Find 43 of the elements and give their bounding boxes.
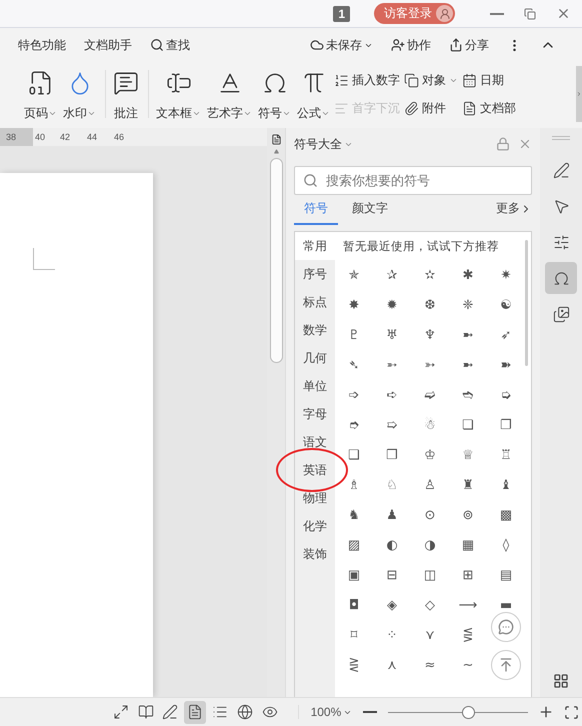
- category-item[interactable]: 数学: [295, 316, 335, 344]
- menu-tab[interactable]: 文档助手: [84, 34, 132, 56]
- category-item[interactable]: 序号: [295, 260, 335, 288]
- collaborate-button[interactable]: 协作: [391, 34, 431, 56]
- category-item[interactable]: 装饰: [295, 540, 335, 568]
- category-item[interactable]: 化学: [295, 512, 335, 540]
- category-item[interactable]: 单位: [295, 372, 335, 400]
- find-button[interactable]: 查找: [150, 34, 190, 56]
- panel-title[interactable]: 符号大全: [294, 136, 353, 152]
- ribbon-button[interactable]: 附件: [404, 100, 458, 116]
- notification-count[interactable]: 1: [333, 6, 350, 22]
- ruler-number: 42: [60, 132, 72, 142]
- ruler-number: 38: [0, 128, 33, 146]
- hint-text: 暂无最近使用，试试下方推荐: [342, 239, 500, 254]
- ribbon-button[interactable]: 对象: [404, 72, 458, 88]
- panel-tab[interactable]: 符号: [294, 200, 338, 225]
- ribbon-button[interactable]: 水印: [61, 66, 98, 122]
- ribbon-button[interactable]: 页码: [22, 66, 59, 122]
- menu-tab[interactable]: 特色功能: [18, 34, 66, 56]
- ribbon-button[interactable]: 文档部: [462, 100, 516, 116]
- ribbon-button[interactable]: 批注: [111, 66, 141, 122]
- category-item[interactable]: 字母: [295, 400, 335, 428]
- ruler-number: 40: [34, 132, 46, 142]
- ribbon-button[interactable]: 文本框: [154, 66, 203, 122]
- save-status-button[interactable]: 未保存: [310, 34, 373, 56]
- ruler-number: 46: [114, 132, 126, 142]
- category-item[interactable]: 标点: [295, 288, 335, 316]
- ribbon-button[interactable]: 符号: [256, 66, 293, 122]
- more-link[interactable]: 更多: [496, 200, 532, 225]
- ribbon-button[interactable]: 艺术字: [205, 66, 254, 122]
- category-item[interactable]: 语文: [295, 428, 335, 456]
- zoom-dropdown[interactable]: 100%: [298, 705, 356, 719]
- category-item[interactable]: 常用: [295, 232, 335, 260]
- category-item[interactable]: 几何: [295, 344, 335, 372]
- category-item[interactable]: 英语: [295, 456, 335, 484]
- search-field[interactable]: 搜索你想要的符号: [294, 166, 532, 195]
- share-button[interactable]: 分享: [449, 34, 489, 56]
- panel-tab[interactable]: 颜文字: [342, 200, 398, 225]
- ribbon-button[interactable]: 公式: [295, 66, 332, 122]
- ruler-number: 44: [87, 132, 98, 142]
- ribbon-button[interactable]: 日期: [462, 72, 516, 88]
- ribbon-button[interactable]: 插入数字: [334, 72, 400, 88]
- category-item[interactable]: 物理: [295, 484, 335, 512]
